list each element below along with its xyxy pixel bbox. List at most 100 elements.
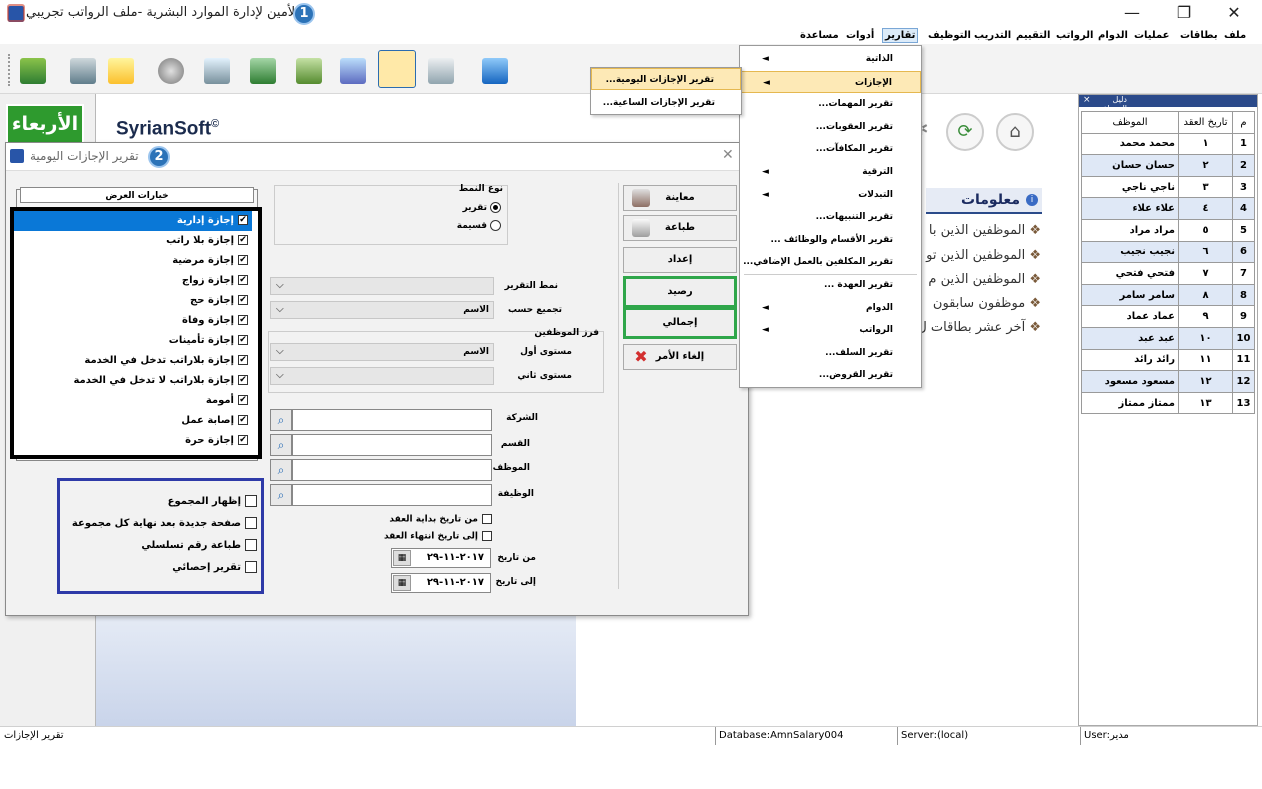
level1-combo[interactable]: ⌵ الاسم [270, 343, 494, 361]
balance-button[interactable]: رصيد [623, 276, 737, 308]
radio-report[interactable]: تقرير [463, 202, 501, 213]
menu-recruitment[interactable]: التوظيف [928, 30, 971, 41]
table-row[interactable]: 3 ٣ ناجي ناجي [1081, 175, 1255, 199]
reports-menu-item[interactable]: تقرير المهمات... [740, 93, 921, 115]
table-row[interactable]: 2 ٢ حسان حسان [1081, 154, 1255, 177]
menu-operations[interactable]: عمليات [1134, 30, 1170, 41]
menu-training[interactable]: التدريب [974, 30, 1011, 41]
preview-button[interactable]: معاينة [623, 185, 737, 211]
from-date-field[interactable]: ▦ ٢٠١٧-١١-٢٩ [391, 548, 491, 568]
cancel-button[interactable]: ✖ إلغاء الأمر [623, 344, 737, 370]
leave-type-checkbox[interactable]: ✔ [238, 355, 248, 365]
report-pattern-combo[interactable]: ⌵ [270, 277, 494, 295]
leave-type-item[interactable]: ✔ إجازة بلاراتب تدخل في الخدمة [14, 351, 252, 371]
reports-menu-item[interactable]: تقرير العقوبات... [740, 116, 921, 138]
extra-option[interactable]: إظهار المجموع [168, 495, 257, 507]
leave-type-item[interactable]: ✔ إجازة إدارية [14, 211, 252, 231]
menu-evaluation[interactable]: التقييم [1016, 30, 1050, 41]
extra-option-checkbox[interactable] [245, 561, 257, 573]
reports-menu-item[interactable]: الدوام ◄ [740, 297, 921, 319]
column-header-contract-date[interactable]: تاريخ العقد [1178, 111, 1233, 134]
from-contract-start-checkbox[interactable] [482, 514, 492, 524]
reports-menu-item[interactable]: تقرير الأقسام والوظائف ... [740, 229, 921, 251]
reports-menu-item[interactable]: تقرير المكافآت... [740, 138, 921, 160]
leave-type-item[interactable]: ✔ إجازة بلاراتب لا تدخل في الخدمة [14, 371, 252, 391]
leave-type-checkbox[interactable]: ✔ [238, 235, 248, 245]
company-field[interactable] [292, 409, 492, 431]
info-line-4[interactable]: ❖ موظفون سابقون [933, 296, 1041, 311]
reports-menu-item[interactable]: التبدلات ◄ [740, 184, 921, 206]
calculator-icon[interactable] [428, 58, 454, 84]
leave-type-item[interactable]: ✔ إصابة عمل [14, 411, 252, 431]
info-line-3[interactable]: ❖ الموظفين الذين م [928, 272, 1041, 287]
leave-type-checkbox[interactable]: ✔ [238, 375, 248, 385]
leave-types-list[interactable]: ✔ إجازة إدارية ✔ إجازة بلا راتب ✔ إجازة مرضية… [10, 207, 262, 459]
refresh-icon[interactable]: ⟳ [946, 113, 984, 151]
from-contract-start-option[interactable]: من تاريخ بداية العقد [389, 514, 492, 525]
reports-menu-item[interactable]: تقرير السلف... [740, 342, 921, 364]
table-row[interactable]: 12 ١٢ مسعود مسعود [1081, 370, 1255, 393]
add-task-icon[interactable] [108, 58, 134, 84]
leave-type-item[interactable]: ✔ إجازة حرة [14, 431, 252, 451]
calendar-icon[interactable]: ▦ [393, 575, 411, 591]
table-row[interactable]: 4 ٤ علاء علاء [1081, 197, 1255, 220]
employee-card-icon[interactable] [70, 58, 96, 84]
menu-help[interactable]: مساعدة [800, 30, 839, 41]
menu-attendance[interactable]: الدوام [1098, 30, 1128, 41]
reports-menu-item[interactable]: تقرير التنبيهات... [740, 206, 921, 228]
column-header-employee[interactable]: الموظف [1081, 111, 1179, 134]
reports-users-icon[interactable] [378, 50, 416, 88]
clock-icon[interactable] [158, 58, 184, 84]
leave-type-item[interactable]: ✔ إجازة زواج [14, 271, 252, 291]
menu-tools[interactable]: أدوات [846, 30, 874, 41]
job-search-icon[interactable]: ⌕ [270, 484, 292, 506]
extra-option[interactable]: طباعة رقم تسلسلي [141, 539, 257, 551]
reports-menu-item[interactable]: الذاتية ◄ [740, 48, 921, 70]
calendar-icon[interactable]: ▦ [393, 550, 411, 566]
leave-type-checkbox[interactable]: ✔ [238, 335, 248, 345]
department-field[interactable] [292, 434, 492, 456]
leave-type-checkbox[interactable]: ✔ [238, 315, 248, 325]
extra-option-checkbox[interactable] [245, 495, 257, 507]
info-line-5[interactable]: ❖ آخر عشر بطاقات ل [917, 320, 1041, 335]
calendar-icon[interactable] [204, 58, 230, 84]
leave-type-checkbox[interactable]: ✔ [238, 295, 248, 305]
table-row[interactable]: 11 ١١ رائد رائد [1081, 348, 1255, 372]
hourly-leave-report-item[interactable]: تقرير الإجازات الساعية... [591, 92, 741, 114]
open-folder-icon[interactable] [20, 58, 46, 84]
salary-icon[interactable] [250, 58, 276, 84]
training-icon[interactable] [340, 58, 366, 84]
extra-option-checkbox[interactable] [245, 517, 257, 529]
leave-type-item[interactable]: ✔ إجازة بلا راتب [14, 231, 252, 251]
table-row[interactable]: 8 ٨ سامر سامر [1081, 283, 1255, 307]
leave-type-checkbox[interactable]: ✔ [238, 255, 248, 265]
home-icon[interactable]: ⌂ [996, 113, 1034, 151]
table-row[interactable]: 10 ١٠ عبد عبد [1081, 326, 1255, 350]
department-search-icon[interactable]: ⌕ [270, 434, 292, 456]
leave-type-checkbox[interactable]: ✔ [238, 275, 248, 285]
extra-option-checkbox[interactable] [245, 539, 257, 551]
radio-slip-dot[interactable] [490, 220, 501, 231]
maximize-button[interactable]: ❐ [1174, 4, 1194, 22]
employee-field[interactable] [292, 459, 492, 481]
table-row[interactable]: 7 ٧ فتحي فتحي [1081, 262, 1255, 285]
leave-type-item[interactable]: ✔ إجازة مرضية [14, 251, 252, 271]
menu-salaries[interactable]: الرواتب [1056, 30, 1093, 41]
exit-door-icon[interactable] [482, 58, 508, 84]
to-contract-end-checkbox[interactable] [482, 531, 492, 541]
column-header-index[interactable]: م [1232, 111, 1255, 134]
reports-menu-item[interactable]: تقرير المكلفين بالعمل الإضافي... [740, 251, 921, 273]
reports-menu-item[interactable]: الرواتب ◄ [740, 319, 921, 341]
table-row[interactable]: 5 ٥ مراد مراد [1081, 218, 1255, 242]
daily-leave-report-item[interactable]: تقرير الإجازات اليومية... [591, 68, 741, 90]
leave-type-item[interactable]: ✔ أمومة [14, 391, 252, 411]
leave-type-checkbox[interactable]: ✔ [238, 395, 248, 405]
reports-menu-item[interactable]: تقرير العهدة ... [740, 274, 921, 296]
leave-type-item[interactable]: ✔ إجازة وفاة [14, 311, 252, 331]
leave-type-item[interactable]: ✔ إجازة تأمينات [14, 331, 252, 351]
leave-type-checkbox[interactable]: ✔ [238, 435, 248, 445]
radio-report-dot[interactable] [490, 202, 501, 213]
extra-option[interactable]: صفحة جديدة بعد نهاية كل مجموعة [72, 517, 257, 529]
close-window-button[interactable]: ✕ [1224, 4, 1244, 22]
total-button[interactable]: إجمالي [623, 307, 737, 339]
